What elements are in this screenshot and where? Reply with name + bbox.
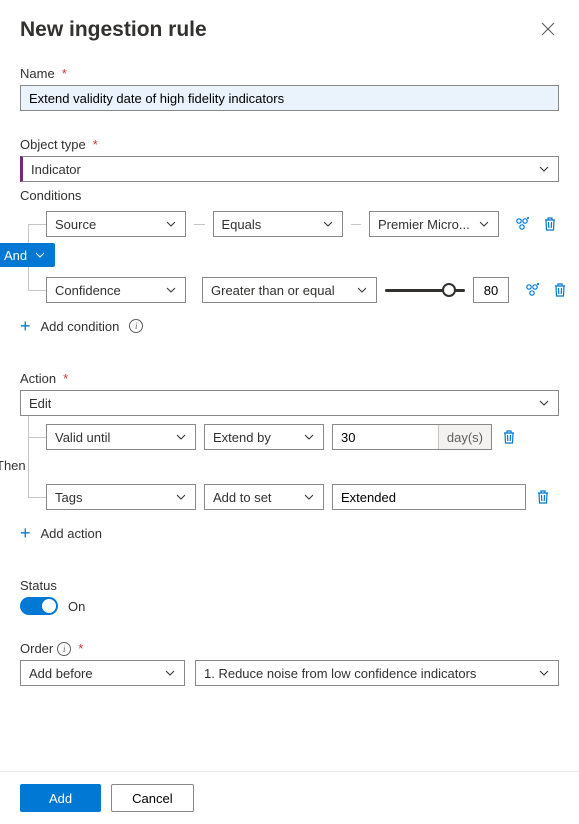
delete-icon[interactable] [500,428,518,446]
object-type-label: Object type* [20,137,559,152]
delete-icon[interactable] [551,281,569,299]
action-mode-select[interactable]: Add to set [204,484,324,510]
then-label: Then [0,458,28,473]
chevron-down-icon [322,218,334,230]
chevron-down-icon [478,218,490,230]
action-label: Action* [20,371,559,386]
status-value: On [68,599,85,614]
add-button[interactable]: Add [20,784,101,812]
group-icon[interactable] [513,215,531,233]
chevron-down-icon [35,252,45,258]
add-action-button[interactable]: + Add action [20,524,559,542]
info-icon[interactable]: i [129,319,143,333]
delete-icon[interactable] [534,488,552,506]
group-icon[interactable] [523,281,541,299]
action-value-input[interactable]: day(s) [332,424,492,450]
chevron-down-icon [538,397,550,409]
conditions-label: Conditions [20,188,559,203]
condition-value-select[interactable]: Premier Micro... [369,211,499,237]
cancel-button[interactable]: Cancel [111,784,193,812]
status-label: Status [20,578,559,593]
info-icon[interactable]: i [57,642,71,656]
chevron-down-icon [165,284,177,296]
order-reference-select[interactable]: 1. Reduce noise from low confidence indi… [195,660,559,686]
plus-icon: + [20,524,31,542]
status-toggle[interactable] [20,597,58,615]
name-label: Name* [20,66,559,81]
page-title: New ingestion rule [20,18,559,42]
chevron-down-icon [165,218,177,230]
confidence-slider[interactable] [385,281,465,299]
object-type-select[interactable]: Indicator [20,156,559,182]
action-field-select[interactable]: Tags [46,484,196,510]
chevron-down-icon [356,284,368,296]
condition-operator-select[interactable]: Greater than or equal [202,277,377,303]
name-input[interactable] [20,85,559,111]
action-field-select[interactable]: Valid until [46,424,196,450]
condition-field-select[interactable]: Confidence [46,277,186,303]
add-condition-button[interactable]: + Add condition i [20,317,559,335]
close-icon [541,22,555,36]
close-button[interactable] [539,20,557,38]
delete-icon[interactable] [541,215,559,233]
confidence-value-input[interactable] [473,277,509,303]
condition-field-select[interactable]: Source [46,211,186,237]
action-select[interactable]: Edit [20,390,559,416]
order-label: Order i * [20,641,559,656]
order-position-select[interactable]: Add before [20,660,185,686]
action-value-input[interactable] [332,484,526,510]
plus-icon: + [20,317,31,335]
condition-operator-select[interactable]: Equals [213,211,343,237]
action-mode-select[interactable]: Extend by [204,424,324,450]
chevron-down-icon [538,163,550,175]
combinator-pill[interactable]: And [0,243,55,267]
